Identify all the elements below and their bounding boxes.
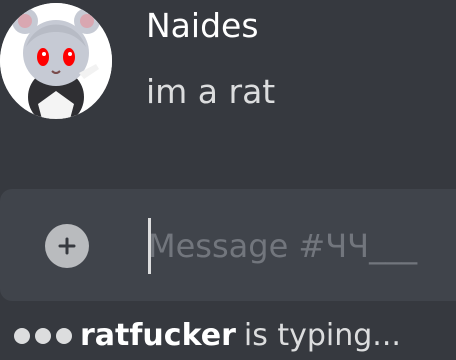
message-input[interactable] bbox=[148, 221, 456, 271]
text-cursor bbox=[148, 218, 151, 274]
typing-suffix: is typing... bbox=[243, 318, 401, 353]
message-content: im a rat bbox=[146, 72, 276, 111]
add-attachment-button[interactable] bbox=[45, 224, 89, 268]
typing-dot bbox=[14, 328, 30, 344]
typing-dots-icon bbox=[14, 328, 72, 344]
message-author[interactable]: Naides bbox=[146, 4, 259, 48]
typing-dot bbox=[35, 328, 51, 344]
chat-message: Naides im a rat bbox=[0, 0, 456, 180]
message-composer bbox=[0, 189, 456, 301]
avatar[interactable] bbox=[0, 3, 112, 119]
typing-indicator: ratfucker is typing... bbox=[14, 316, 401, 356]
plus-circle-icon bbox=[58, 237, 76, 255]
typing-dot bbox=[56, 328, 72, 344]
typing-user[interactable]: ratfucker bbox=[80, 316, 236, 356]
avatar-icon bbox=[0, 3, 112, 119]
